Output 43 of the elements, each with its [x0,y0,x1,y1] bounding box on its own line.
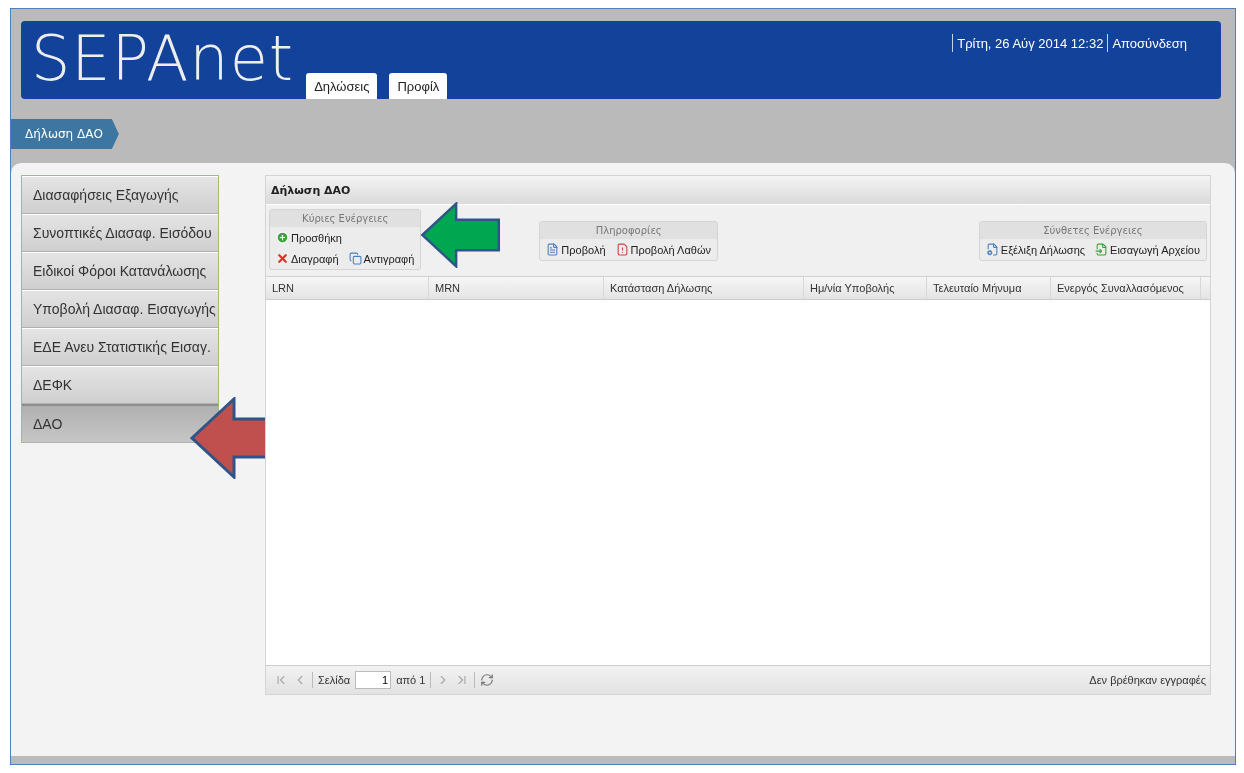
toolbar-button[interactable]: Προβολή Λαθών [613,242,714,257]
toolbar-button[interactable]: Προσθήκη [274,230,344,245]
logo: SEPAnet [31,23,295,95]
group-title: Πληροφορίες [540,222,718,239]
document-icon [546,243,560,256]
document-gear-icon [985,243,999,256]
column-header[interactable]: Κατάσταση Δήλωσης [604,277,804,299]
logout-link[interactable]: Αποσύνδεση [1112,35,1187,51]
close-icon [276,252,289,265]
pager-status: Δεν βρέθηκαν εγγραφές [1089,674,1206,686]
column-header[interactable]: MRN [429,277,604,299]
breadcrumb[interactable]: Δήλωση ΔΑΟ [11,119,119,149]
sidebar-item[interactable]: ΕΔΕ Ανευ Στατιστικής Εισαγ. [22,328,218,366]
column-header[interactable]: Τελευταίο Μήνυμα [927,277,1051,299]
sidebar-item[interactable]: Συνοπτικές Διασαφ. Εισόδου [22,214,218,252]
panel-title: Δήλωση ΔΑΟ [266,176,1210,205]
document-warning-icon [615,243,629,256]
toolbar-button[interactable]: Προβολή [544,242,608,257]
copy-icon [348,252,362,265]
date-time: Τρίτη, 26 Αύγ 2014 12:32 [957,35,1104,51]
toolbar-button[interactable]: Αντιγραφή [346,251,417,266]
plus-icon [276,231,289,244]
nav-tab[interactable]: Δηλώσεις [306,73,378,99]
group-title: Σύνθετες Ενέργειες [979,222,1206,239]
page-label: Σελίδα [318,674,351,686]
sidebar-item[interactable]: ΔΕΦΚ [22,366,218,404]
sidebar-item[interactable]: Διασαφήσεις Εξαγωγής [22,176,218,214]
first-page-icon[interactable] [274,673,288,687]
sidebar-item[interactable]: ΔΑΟ [22,404,218,443]
nav-tab[interactable]: Προφίλ [389,73,448,99]
page-input[interactable]: 1 [355,671,392,689]
toolbar-button[interactable]: Διαγραφή [274,251,341,266]
toolbar-button[interactable]: Εισαγωγή Αρχείου [1093,242,1202,257]
column-header[interactable]: LRN [266,277,429,299]
file-import-icon [1095,243,1109,256]
page-count: από 1 [396,674,426,686]
column-header[interactable]: Ημ/νία Υποβολής [804,277,927,299]
refresh-icon[interactable] [480,673,495,687]
sidebar-item[interactable]: Υποβολή Διασαφ. Εισαγωγής [22,290,218,328]
toolbar-button[interactable]: Εξέλιξη Δήλωσης [983,242,1088,257]
column-header[interactable]: Ενεργός Συναλλασόμενος [1051,277,1201,299]
sidebar-item[interactable]: Ειδικοί Φόροι Κατανάλωσης [22,252,218,290]
group-title: Κύριες Ενέργειες [270,210,421,227]
